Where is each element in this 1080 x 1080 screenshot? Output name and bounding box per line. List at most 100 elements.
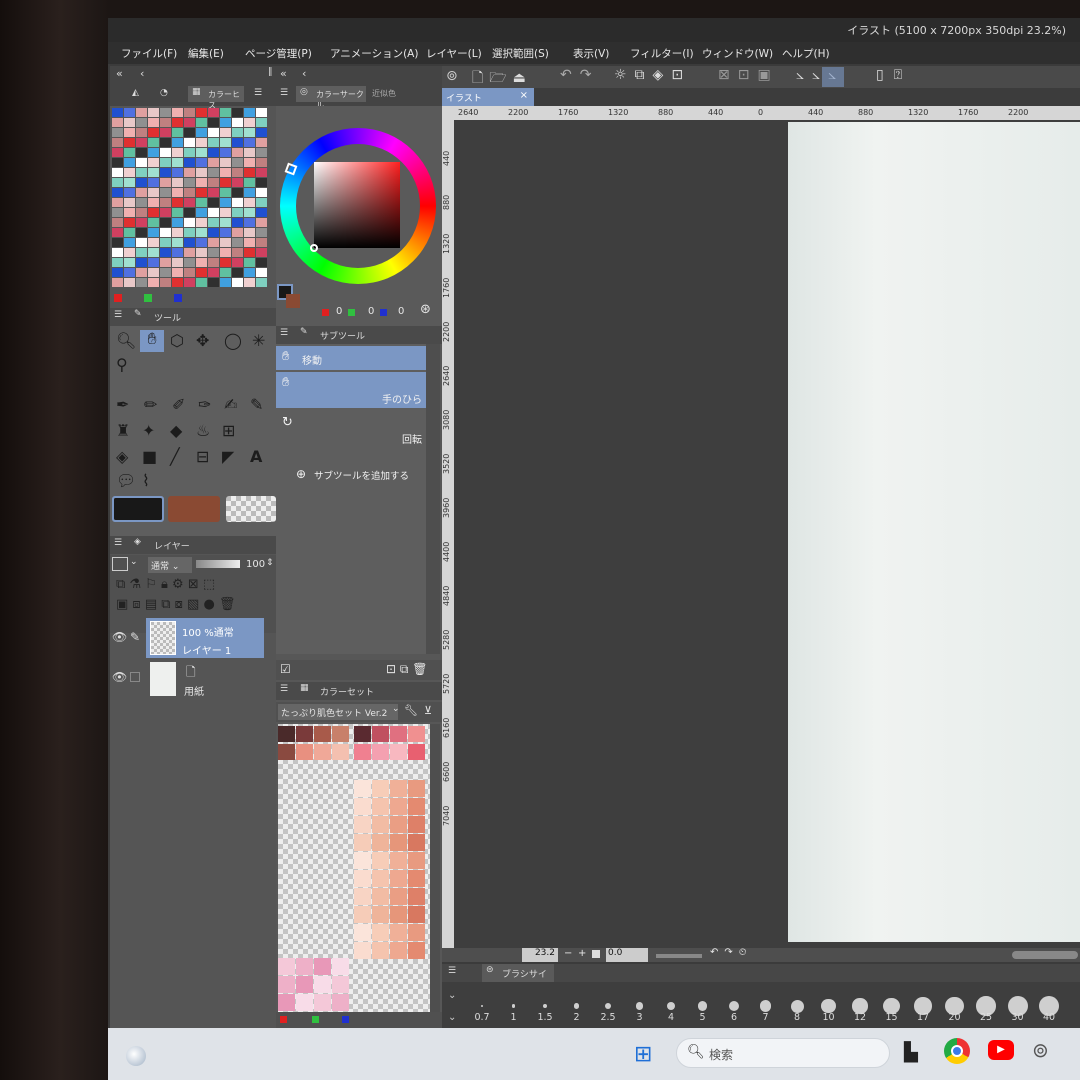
color-swatch[interactable]	[184, 198, 195, 207]
color-swatch[interactable]	[112, 168, 123, 177]
color-swatch[interactable]	[256, 258, 267, 267]
color-swatch[interactable]	[208, 178, 219, 187]
color-swatch[interactable]	[390, 888, 407, 905]
panel-grip-icon[interactable]: ‖	[268, 67, 273, 77]
chevron-down-icon[interactable]: ⌄	[130, 557, 138, 567]
color-swatch[interactable]	[256, 248, 267, 257]
color-swatch[interactable]	[244, 128, 255, 137]
color-swatch[interactable]	[148, 278, 159, 287]
color-swatch[interactable]	[184, 278, 195, 287]
color-swatch[interactable]	[160, 138, 171, 147]
rotation-input[interactable]: 0.0	[606, 948, 648, 962]
blend-tool-icon[interactable]: ♨	[196, 422, 210, 440]
menu-edit[interactable]: 編集(E)	[188, 46, 224, 61]
color-swatch[interactable]	[112, 118, 123, 127]
collapse-icon[interactable]: «	[116, 67, 123, 80]
brush-size-label[interactable]: 2	[562, 1012, 592, 1023]
color-swatch[interactable]	[244, 108, 255, 117]
color-swatch[interactable]	[112, 108, 123, 117]
color-swatch[interactable]	[256, 118, 267, 127]
brush-size-label[interactable]: 15	[877, 1012, 907, 1023]
color-swatch[interactable]	[160, 188, 171, 197]
color-swatch[interactable]	[372, 852, 389, 869]
color-swatch[interactable]	[256, 278, 267, 287]
clip-studio-icon[interactable]: ⊚	[1032, 1038, 1049, 1062]
color-swatch[interactable]	[148, 208, 159, 217]
color-swatch[interactable]	[244, 148, 255, 157]
color-swatch[interactable]	[220, 238, 231, 247]
color-swatch[interactable]	[354, 852, 371, 869]
color-swatch[interactable]	[148, 148, 159, 157]
color-swatch[interactable]	[244, 258, 255, 267]
color-swatch[interactable]	[332, 744, 349, 760]
brush-size-label[interactable]: 1.5	[530, 1012, 560, 1023]
color-swatch[interactable]	[160, 118, 171, 127]
color-swatch[interactable]	[390, 942, 407, 959]
color-swatch[interactable]	[148, 168, 159, 177]
color-swatch[interactable]	[124, 118, 135, 127]
color-swatch[interactable]	[244, 248, 255, 257]
color-swatch[interactable]	[112, 128, 123, 137]
app-logo-icon[interactable]: ⊚	[446, 68, 458, 84]
color-swatch[interactable]	[172, 228, 183, 237]
color-swatch[interactable]	[390, 816, 407, 833]
color-swatch[interactable]	[372, 798, 389, 815]
brush-size-label[interactable]: 20	[940, 1012, 970, 1023]
color-swatch[interactable]	[136, 238, 147, 247]
color-swatch[interactable]	[314, 994, 331, 1011]
color-swatch[interactable]	[196, 158, 207, 167]
color-swatch[interactable]	[208, 108, 219, 117]
color-swatch[interactable]	[390, 834, 407, 851]
color-swatch[interactable]	[256, 178, 267, 187]
color-swatch[interactable]	[124, 178, 135, 187]
color-swatch[interactable]	[372, 924, 389, 941]
color-swatch[interactable]	[184, 118, 195, 127]
color-swatch[interactable]	[184, 148, 195, 157]
color-swatch[interactable]	[184, 138, 195, 147]
color-swatch[interactable]	[332, 958, 349, 975]
colorset-select[interactable]: たっぷり肌色セット Ver.2	[278, 704, 398, 720]
color-swatch[interactable]	[232, 248, 243, 257]
color-swatch[interactable]	[220, 118, 231, 127]
saturation-value-square[interactable]	[314, 162, 400, 248]
color-swatch[interactable]	[136, 208, 147, 217]
color-swatch[interactable]	[208, 118, 219, 127]
color-swatch[interactable]	[220, 278, 231, 287]
color-swatch[interactable]	[196, 258, 207, 267]
menu-layer[interactable]: レイヤー(L)	[426, 46, 482, 61]
color-swatch[interactable]	[354, 906, 371, 923]
menu-file[interactable]: ファイル(F)	[121, 46, 177, 61]
color-swatch[interactable]	[332, 994, 349, 1011]
subtool-rotate[interactable]: ↻ 回転	[276, 412, 426, 448]
color-swatch[interactable]	[196, 118, 207, 127]
color-wheel-tab-icon[interactable]: ◭	[132, 88, 139, 98]
menu-window[interactable]: ウィンドウ(W)	[702, 46, 773, 61]
color-swatch[interactable]	[354, 870, 371, 887]
color-swatch[interactable]	[172, 128, 183, 137]
color-swatch[interactable]	[136, 128, 147, 137]
color-swatch[interactable]	[220, 178, 231, 187]
color-swatch[interactable]	[160, 158, 171, 167]
brush-size-preset[interactable]	[573, 1003, 580, 1009]
color-swatch[interactable]	[172, 258, 183, 267]
color-swatch[interactable]	[372, 870, 389, 887]
brush-tool-icon[interactable]: ✐	[172, 396, 185, 414]
color-swatch[interactable]	[160, 218, 171, 227]
color-swatch[interactable]	[124, 198, 135, 207]
pencil-tool-icon[interactable]: ✏	[144, 396, 157, 414]
color-history-tab[interactable]: ▦ カラーヒス	[188, 86, 244, 110]
color-swatch[interactable]	[136, 158, 147, 167]
horizontal-scrollbar[interactable]	[1012, 951, 1078, 959]
eye-icon[interactable]: 👁︎	[112, 630, 127, 644]
color-swatch[interactable]	[112, 178, 123, 187]
color-swatch[interactable]	[184, 168, 195, 177]
color-swatch[interactable]	[196, 148, 207, 157]
pen-tool-icon[interactable]: ✒	[116, 396, 129, 414]
color-swatch[interactable]	[314, 726, 331, 742]
color-swatch[interactable]	[232, 138, 243, 147]
color-swatch[interactable]	[408, 780, 425, 797]
decoration-tool-icon[interactable]: ✍	[224, 396, 237, 414]
brush-size-label[interactable]: 5	[688, 1012, 718, 1023]
color-swatch[interactable]	[196, 128, 207, 137]
sub-color-swatch[interactable]	[168, 496, 220, 522]
